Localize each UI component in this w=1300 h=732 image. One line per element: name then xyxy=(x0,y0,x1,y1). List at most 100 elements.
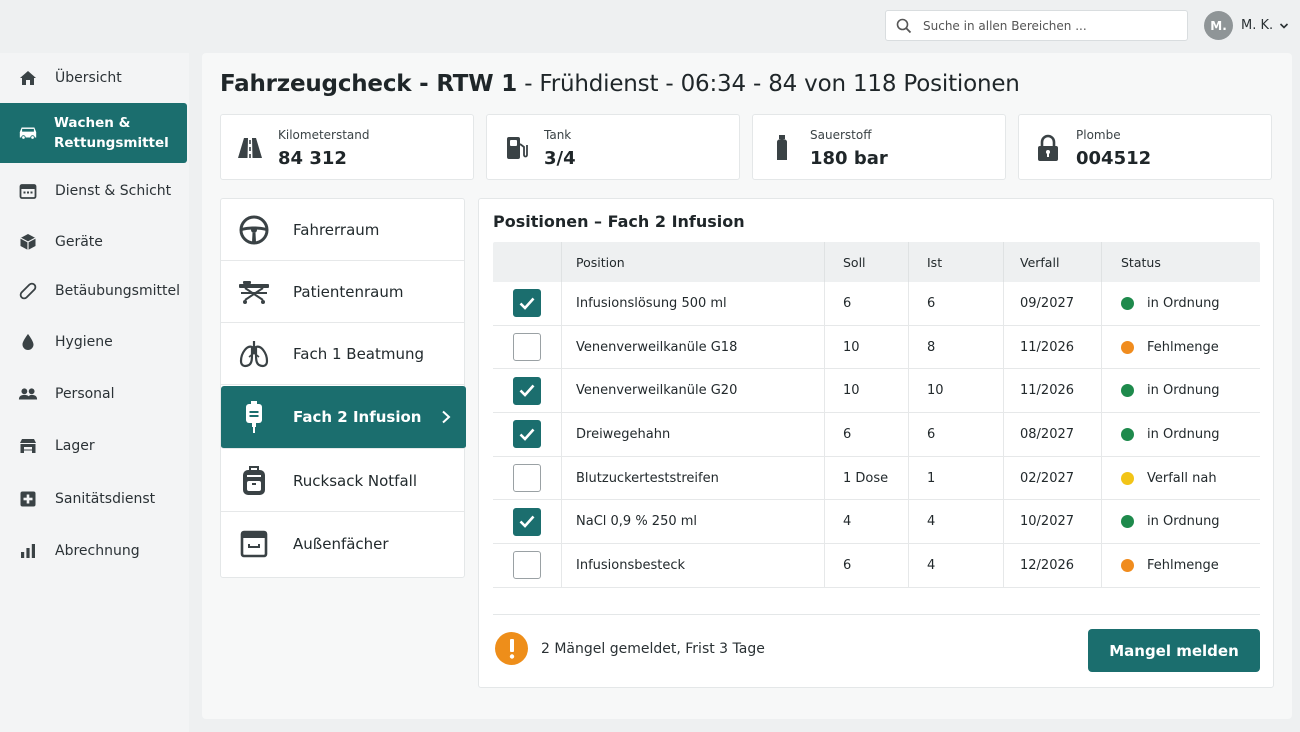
search-input[interactable] xyxy=(923,18,1163,33)
status-dot xyxy=(1121,384,1134,398)
report-defect-button[interactable]: Mangel melden xyxy=(1088,629,1260,672)
chevron-right-icon xyxy=(442,410,451,424)
table-header: Position Soll Ist Verfall Status xyxy=(493,242,1260,282)
sidebar-item-geraete[interactable]: Geräte xyxy=(0,231,187,253)
bar-chart-icon xyxy=(18,541,38,561)
check-cell xyxy=(493,369,562,413)
ist-cell: 8 xyxy=(909,325,1004,369)
stretcher-icon xyxy=(237,275,271,309)
status-dot xyxy=(1121,296,1134,310)
position-cell: Venenverweilkanüle G20 xyxy=(562,369,825,413)
ist-cell: 4 xyxy=(909,500,1004,544)
avatar: M. xyxy=(1204,11,1233,40)
compartment-item-fahrerraum[interactable]: Fahrerraum xyxy=(221,199,464,261)
row-checkbox[interactable] xyxy=(513,464,541,493)
table-row: Venenverweilkanüle G18 10 8 11/2026 Fehlmeng… xyxy=(493,325,1260,370)
status-label: in Ordnung xyxy=(1147,383,1220,399)
drawer-icon xyxy=(237,527,271,561)
compartment-item-fach-1-beatmung[interactable]: Fach 1 Beatmung xyxy=(221,323,464,385)
sidebar-item-label: Betäubungsmittel xyxy=(55,283,180,299)
check-cell xyxy=(493,413,562,456)
lungs-icon xyxy=(237,337,271,371)
row-checkbox[interactable] xyxy=(513,333,541,362)
soll-cell: 10 xyxy=(825,369,909,413)
sidebar-item-lager[interactable]: Lager xyxy=(0,435,187,457)
check-cell xyxy=(493,456,562,500)
status-label: in Ordnung xyxy=(1147,426,1220,442)
pill-icon xyxy=(18,281,38,301)
steering-wheel-icon xyxy=(237,213,271,247)
verfall-cell: 09/2027 xyxy=(1004,282,1102,325)
stat-label: Tank xyxy=(544,128,572,142)
backpack-icon xyxy=(237,464,271,498)
stat-value: 84 312 xyxy=(278,148,347,169)
road-icon xyxy=(237,135,263,161)
compartment-label: Fach 2 Infusion xyxy=(293,408,422,426)
row-checkbox[interactable] xyxy=(513,551,541,580)
status-dot xyxy=(1121,515,1134,529)
status-cell: in Ordnung xyxy=(1102,413,1260,456)
table-row: Venenverweilkanüle G20 10 10 11/2026 in Ordn… xyxy=(493,369,1260,414)
row-checkbox[interactable] xyxy=(513,289,541,318)
table-row: Dreiwegehahn 6 6 08/2027 in Ordnung xyxy=(493,413,1260,457)
position-cell: Dreiwegehahn xyxy=(562,413,825,456)
verfall-cell: 08/2027 xyxy=(1004,413,1102,456)
compartment-item-fach-2-infusion[interactable]: Fach 2 Infusion xyxy=(221,386,466,449)
row-checkbox[interactable] xyxy=(513,376,541,405)
stat-value: 004512 xyxy=(1076,148,1152,169)
check-cell xyxy=(493,282,562,325)
status-label: in Ordnung xyxy=(1147,514,1220,530)
soll-cell: 1 Dose xyxy=(825,456,909,500)
compartment-item-aussenfaecher[interactable]: Außenfächer xyxy=(221,513,464,575)
row-checkbox[interactable] xyxy=(513,507,541,536)
ist-cell: 6 xyxy=(909,282,1004,325)
ist-cell: 1 xyxy=(909,456,1004,500)
position-cell: Infusionsbesteck xyxy=(562,544,825,587)
ist-cell: 4 xyxy=(909,544,1004,587)
sidebar-item-label: Dienst & Schicht xyxy=(55,183,172,199)
status-cell: in Ordnung xyxy=(1102,282,1260,325)
defects-notice: 2 Mängel gemeldet, Frist 3 Tage xyxy=(541,641,765,657)
chevron-down-icon xyxy=(1280,22,1289,29)
sidebar-item-betaeubungsmittel[interactable]: Betäubungsmittel xyxy=(0,280,187,302)
column-header-verfall: Verfall xyxy=(1004,242,1102,282)
stat-card-sauerstoff: Sauerstoff 180 bar xyxy=(752,114,1006,180)
stat-label: Sauerstoff xyxy=(810,128,872,142)
sidebar-item-abrechnung[interactable]: Abrechnung xyxy=(0,540,187,562)
position-cell: NaCl 0,9 % 250 ml xyxy=(562,500,825,544)
sidebar-item-dienst[interactable]: Dienst & Schicht xyxy=(0,180,187,202)
sidebar-item-label: Wachen & Rettungsmittel xyxy=(54,115,169,151)
status-label: Fehlmenge xyxy=(1147,339,1219,355)
home-icon xyxy=(18,68,38,88)
status-dot xyxy=(1121,471,1134,485)
status-cell: Fehlmenge xyxy=(1102,544,1260,587)
compartment-item-patientenraum[interactable]: Patientenraum xyxy=(221,261,464,323)
row-checkbox[interactable] xyxy=(513,420,541,449)
user-name: M. K. xyxy=(1241,18,1274,33)
stat-value: 3/4 xyxy=(544,148,576,169)
check-cell xyxy=(493,500,562,544)
sidebar-item-wachen[interactable]: Wachen & Rettungsmittel xyxy=(0,103,187,163)
column-header-soll: Soll xyxy=(825,242,909,282)
user-menu[interactable]: M. M. K. xyxy=(1204,11,1289,40)
sidebar-item-sanitaetsdienst[interactable]: Sanitätsdienst xyxy=(0,488,187,510)
sidebar-item-label: Personal xyxy=(55,386,115,402)
table-body: Infusionslösung 500 ml 6 6 09/2027 in Ordnun… xyxy=(493,282,1260,588)
sidebar-item-uebersicht[interactable]: Übersicht xyxy=(0,67,187,89)
divider xyxy=(493,614,1260,615)
calendar-icon xyxy=(18,181,38,201)
sidebar-item-label: Geräte xyxy=(55,234,103,250)
sidebar-item-hygiene[interactable]: Hygiene xyxy=(0,331,187,353)
search-box[interactable] xyxy=(885,10,1188,41)
table-row: Infusionslösung 500 ml 6 6 09/2027 in Ordnun… xyxy=(493,282,1260,326)
compartment-item-rucksack-notfall[interactable]: Rucksack Notfall xyxy=(221,450,464,512)
status-label: in Ordnung xyxy=(1147,295,1220,311)
compartment-list: Fahrerraum Patientenraum Fach 1 Beatmung… xyxy=(220,198,466,578)
check-cell xyxy=(493,544,562,587)
verfall-cell: 12/2026 xyxy=(1004,544,1102,587)
status-cell: in Ordnung xyxy=(1102,500,1260,543)
sidebar-item-personal[interactable]: Personal xyxy=(0,383,187,405)
oxygen-bottle-icon xyxy=(769,135,795,161)
soll-cell: 6 xyxy=(825,282,909,325)
column-header-ist: Ist xyxy=(909,242,1004,282)
